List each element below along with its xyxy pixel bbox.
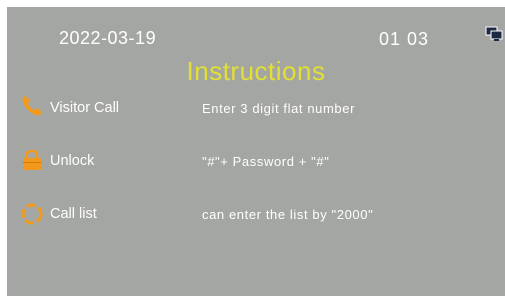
status-time: 01 03	[379, 29, 430, 49]
padlock-icon	[23, 149, 41, 170]
instructions-screen: 2022-03-19 01 03 Instructions Visitor Ca…	[7, 7, 505, 296]
page-title: Instructions	[186, 56, 326, 86]
unlock-description: "#"+ Password + "#"	[202, 154, 330, 169]
phone-handset-icon	[22, 96, 42, 116]
visitor-call-description: Enter 3 digit flat number	[202, 101, 356, 116]
monitor-network-icon	[485, 26, 503, 41]
visitor-call-label: Visitor Call	[50, 100, 120, 116]
call-list-description: can enter the list by "2000"	[202, 207, 374, 222]
status-date: 2022-03-19	[59, 28, 157, 48]
dotted-ring-icon	[21, 203, 43, 225]
unlock-label: Unlock	[50, 153, 95, 169]
call-list-label: Call list	[50, 206, 97, 222]
